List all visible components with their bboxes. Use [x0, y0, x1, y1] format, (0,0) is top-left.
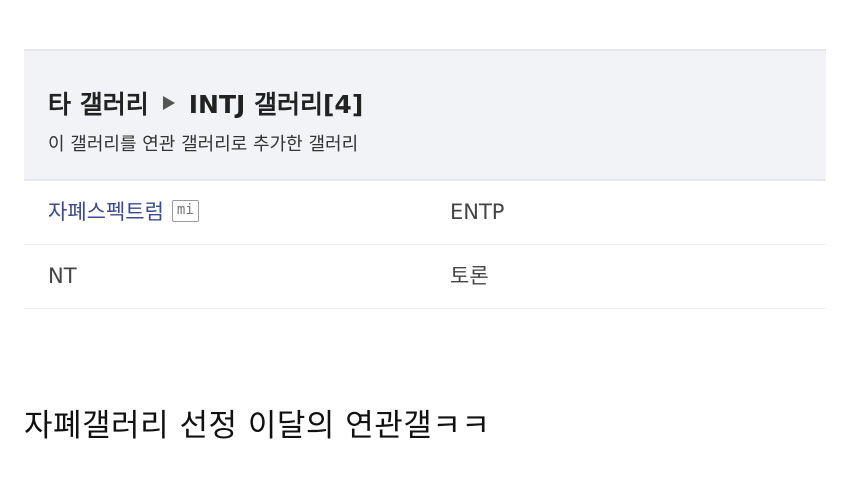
table-cell-left: NT [48, 245, 77, 308]
table-row: NT 토론 [24, 245, 826, 309]
table-cell-right: 토론 [450, 245, 489, 308]
gallery-link-autism-spectrum[interactable]: 자폐스펙트럼 [48, 200, 164, 224]
table-cell-left: 자폐스펙트럼 mi [48, 181, 199, 244]
breadcrumb: 타 갤러리 INTJ 갤러리[4] [48, 85, 363, 121]
breadcrumb-current[interactable]: INTJ 갤러리[4] [189, 85, 364, 121]
mini-gallery-badge: mi [171, 200, 199, 222]
breadcrumb-parent[interactable]: 타 갤러리 [48, 85, 149, 121]
related-gallery-panel: 타 갤러리 INTJ 갤러리[4] 이 갤러리를 연관 갤러리로 추가한 갤러리 [24, 49, 826, 181]
gallery-link-debate[interactable]: 토론 [450, 264, 489, 288]
triangle-right-icon [162, 96, 175, 110]
panel-subtitle: 이 갤러리를 연관 갤러리로 추가한 갤러리 [48, 134, 359, 155]
related-gallery-table: 자폐스펙트럼 mi ENTP NT 토론 [24, 181, 826, 309]
gallery-link-entp[interactable]: ENTP [450, 200, 504, 224]
post-caption: 자폐갤러리 선정 이달의 연관갤ㅋㅋ [24, 408, 491, 444]
table-cell-right: ENTP [450, 181, 504, 244]
screenshot: 타 갤러리 INTJ 갤러리[4] 이 갤러리를 연관 갤러리로 추가한 갤러리… [0, 0, 850, 479]
table-row: 자폐스펙트럼 mi ENTP [24, 181, 826, 245]
gallery-link-nt[interactable]: NT [48, 264, 77, 288]
